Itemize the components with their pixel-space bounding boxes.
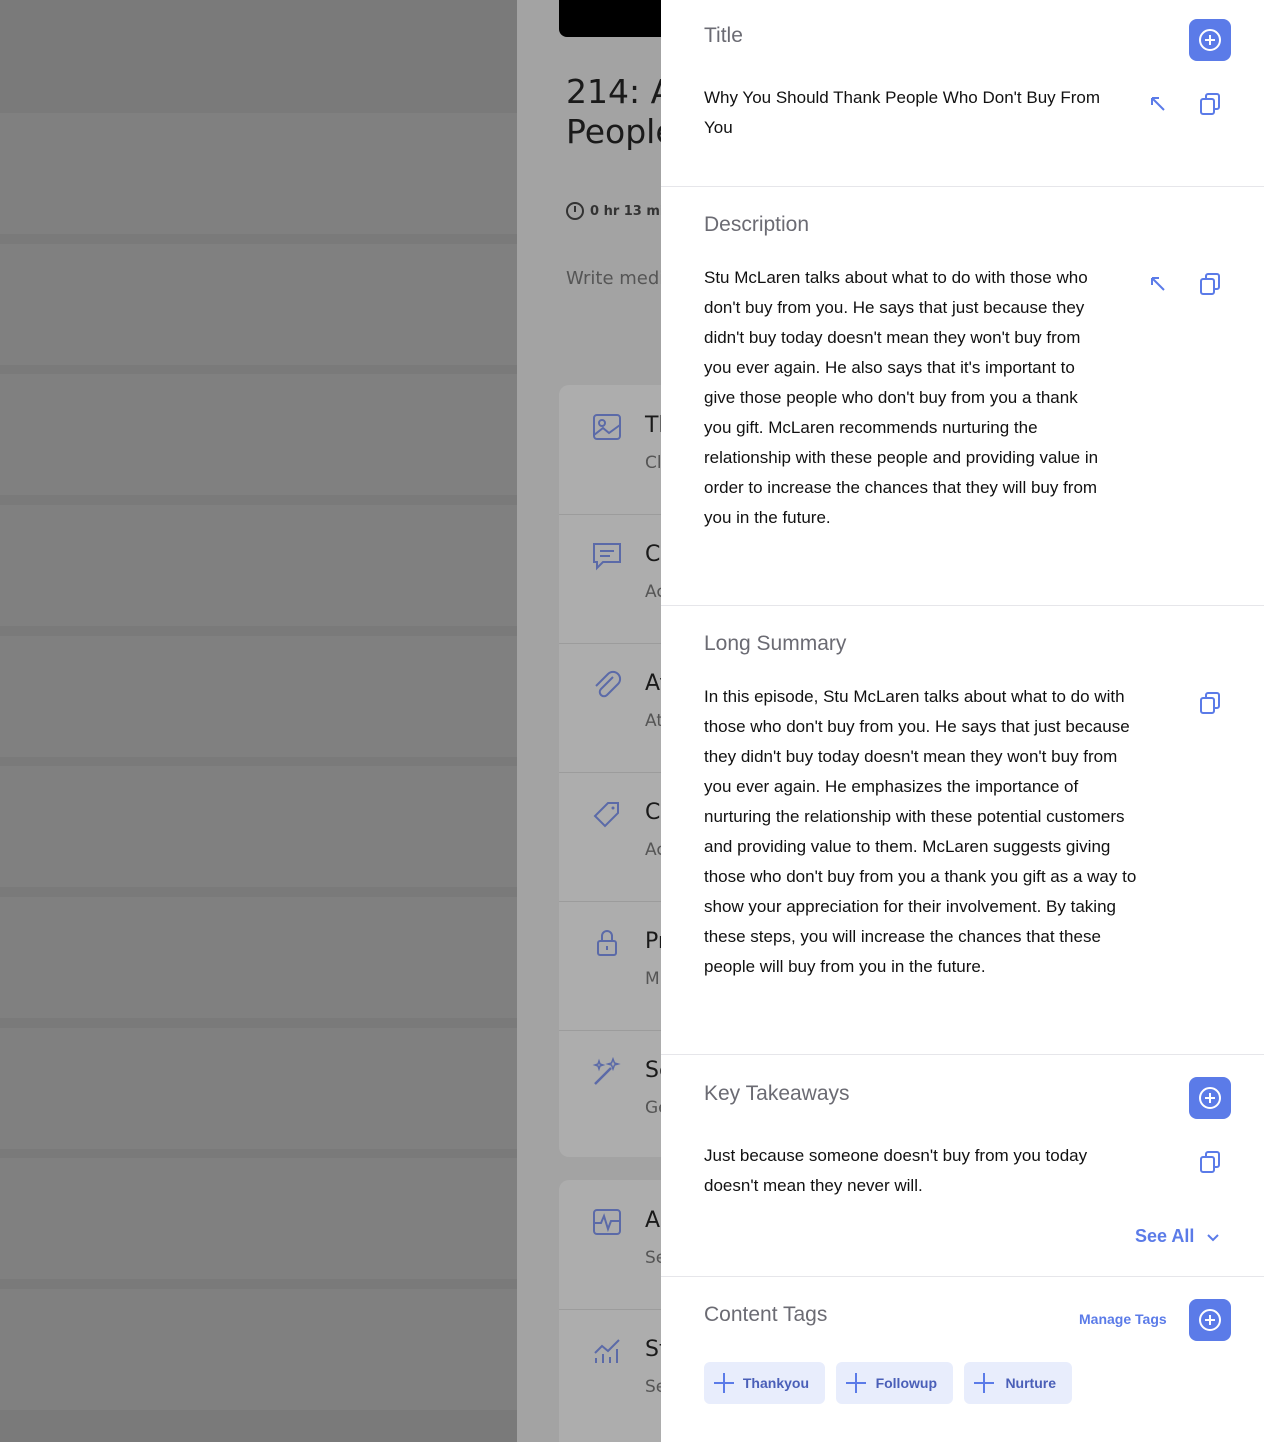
plus-icon <box>974 1373 995 1393</box>
option-subtitle: Ac <box>645 840 661 860</box>
option-subtitle: Ge <box>645 1098 661 1118</box>
option-title: C <box>645 542 661 567</box>
option-title: At <box>645 671 661 696</box>
option-row[interactable]: C Ac <box>559 514 661 644</box>
copy-takeaway-button[interactable] <box>1197 1149 1223 1175</box>
copy-long-summary-button[interactable] <box>1197 690 1223 716</box>
description-section: Description Stu McLaren talks about what… <box>661 187 1264 606</box>
option-subtitle: Se <box>645 1248 661 1268</box>
magic-wand-icon <box>592 1056 621 1085</box>
insert-description-button[interactable] <box>1145 271 1171 297</box>
lock-icon <box>597 930 617 956</box>
option-subtitle: M <box>645 969 660 989</box>
copy-icon <box>1200 93 1220 115</box>
episode-options-card: Th Cl C Ac At At C Ac Pr M Se Ge <box>559 385 661 1157</box>
media-player-bar <box>559 0 661 37</box>
option-title: Th <box>645 413 661 438</box>
description-text: Stu McLaren talks about what to do with … <box>704 268 1099 527</box>
chevron-down-icon <box>1207 1233 1220 1241</box>
section-heading: Content Tags <box>704 1303 828 1326</box>
tag-chip-thankyou[interactable]: Thankyou <box>704 1362 825 1404</box>
stats-icon <box>594 1339 620 1363</box>
list-item <box>0 897 517 1018</box>
activity-icon <box>593 1209 621 1235</box>
option-title: A <box>645 1208 661 1233</box>
tag-chip-nurture[interactable]: Nurture <box>964 1362 1072 1404</box>
copy-description-button[interactable] <box>1197 271 1223 297</box>
list-item <box>0 1289 517 1410</box>
list-item <box>0 505 517 626</box>
section-heading: Key Takeaways <box>704 1082 850 1105</box>
long-summary-section: Long Summary In this episode, Stu McLare… <box>661 606 1264 1055</box>
arrow-up-left-icon <box>1151 277 1165 291</box>
list-item <box>0 1028 517 1149</box>
insert-title-button[interactable] <box>1145 91 1171 117</box>
image-icon <box>593 414 621 440</box>
option-row[interactable]: Th Cl <box>559 385 661 515</box>
tag-chip-followup[interactable]: Followup <box>836 1362 953 1404</box>
arrow-up-left-icon <box>1151 97 1165 111</box>
episode-title-line2: People <box>566 112 661 151</box>
option-title: Pr <box>645 929 661 954</box>
option-subtitle: At <box>645 711 661 731</box>
tag-label: Followup <box>875 1375 937 1391</box>
copy-icon <box>1200 273 1220 295</box>
option-subtitle: Ac <box>645 582 661 602</box>
episode-analytics-card: A Se St Se <box>559 1180 661 1442</box>
option-row[interactable]: St Se <box>559 1309 661 1438</box>
option-subtitle: Se <box>645 1377 661 1397</box>
option-row[interactable]: C Ac <box>559 772 661 902</box>
plus-circle-icon <box>1199 1087 1221 1109</box>
section-heading: Long Summary <box>704 632 847 655</box>
option-row[interactable]: Se Ge <box>559 1030 661 1159</box>
title-section: Title Why You Should Thank People Who Do… <box>661 0 1264 187</box>
plus-icon <box>714 1373 734 1393</box>
list-item <box>0 636 517 757</box>
takeaway-text: Just because someone doesn't buy from yo… <box>704 1146 1088 1195</box>
tag-icon <box>593 802 619 828</box>
see-all-label: See All <box>1135 1226 1195 1246</box>
copy-icon <box>1200 692 1220 714</box>
list-item <box>0 113 517 234</box>
add-title-button[interactable] <box>1189 19 1231 61</box>
section-heading: Description <box>704 213 810 236</box>
see-all-link[interactable]: See All <box>1135 1226 1220 1247</box>
copy-icon <box>1200 1151 1220 1173</box>
plus-icon <box>846 1373 866 1393</box>
tag-label: Thankyou <box>742 1375 809 1391</box>
plus-circle-icon <box>1199 29 1221 51</box>
ai-content-panel: Title Why You Should Thank People Who Do… <box>661 0 1264 1442</box>
option-row[interactable]: Pr M <box>559 901 661 1031</box>
add-takeaway-button[interactable] <box>1189 1077 1231 1119</box>
list-item <box>0 374 517 495</box>
list-item <box>0 244 517 365</box>
option-subtitle: Cl <box>645 453 661 473</box>
manage-tags-link[interactable]: Manage Tags <box>1079 1311 1167 1327</box>
background-episode-page: 214: A People 0 hr 13 min Write media Th… <box>517 0 661 1442</box>
copy-title-button[interactable] <box>1197 91 1223 117</box>
option-row[interactable]: At At <box>559 643 661 773</box>
plus-circle-icon <box>1199 1309 1221 1331</box>
option-title: C <box>645 800 661 825</box>
list-item <box>0 766 517 887</box>
paperclip-icon <box>595 670 622 698</box>
comment-icon <box>593 543 621 571</box>
option-title: Se <box>645 1058 661 1083</box>
episode-duration: 0 hr 13 min <box>566 202 661 220</box>
tag-label: Nurture <box>1005 1375 1056 1391</box>
title-text: Why You Should Thank People Who Don't Bu… <box>704 88 1101 137</box>
clock-icon <box>566 202 584 220</box>
section-heading: Title <box>704 24 743 47</box>
media-notes-placeholder: Write media <box>566 268 661 289</box>
long-summary-text: In this episode, Stu McLaren talks about… <box>704 687 1137 976</box>
list-item <box>0 1158 517 1279</box>
duration-text: 0 hr 13 min <box>590 203 661 219</box>
background-list <box>0 0 517 1442</box>
option-title: St <box>645 1337 661 1362</box>
add-tag-button[interactable] <box>1189 1299 1231 1341</box>
option-row[interactable]: A Se <box>559 1180 661 1310</box>
episode-title: 214: A People <box>566 72 661 152</box>
episode-title-line1: 214: A <box>566 72 661 111</box>
